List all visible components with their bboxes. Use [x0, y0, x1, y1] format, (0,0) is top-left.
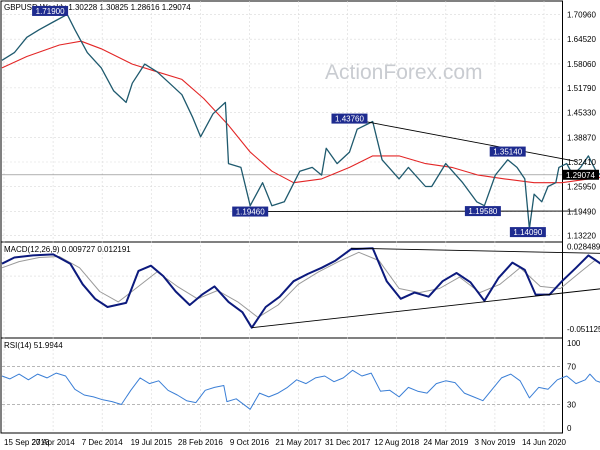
macd-panel-header: MACD(12,26,9) 0.009727 0.012191	[4, 245, 131, 254]
x-tick-label: 9 Oct 2016	[230, 438, 270, 447]
rsi-y-tick: 70	[567, 363, 576, 372]
price-level-label: 1.35140	[493, 148, 522, 157]
price-level-label: 1.14090	[513, 228, 542, 237]
rsi-y-tick: 0	[567, 424, 572, 433]
rsi-y-tick: 100	[567, 339, 581, 348]
last-price-value: 1.29074	[566, 171, 595, 180]
price-y-tick: 1.45330	[567, 109, 596, 118]
watermark: ActionForex.com	[325, 61, 483, 84]
macd-line	[1, 247, 600, 329]
macd-panel-frame	[0, 241, 563, 339]
x-tick-label: 28 Feb 2016	[178, 438, 223, 447]
price-trendline	[349, 118, 577, 162]
price-y-tick: 1.64520	[567, 35, 596, 44]
price-y-tick: 1.70960	[567, 11, 596, 20]
chart-root: ActionForex.com GBPUSD,Weekly 1.30228 1.…	[0, 0, 600, 447]
price-layer	[1, 13, 600, 230]
rsi-layer	[1, 369, 600, 410]
label-layer: 1.71900 1.43760 1.35140 1.19460 1.19580 1.140…	[32, 5, 599, 238]
x-tick-label: 12 Aug 2018	[374, 438, 419, 447]
x-tick-label: 24 Mar 2019	[423, 438, 468, 447]
rsi-line	[1, 369, 600, 410]
price-y-tick: 1.51790	[567, 84, 596, 93]
rsi-panel-header: RSI(14) 51.9944	[4, 341, 63, 350]
x-tick-label: 31 Dec 2017	[325, 438, 371, 447]
price-y-tick: 1.32410	[567, 158, 596, 167]
price-y-tick: 1.13220	[567, 231, 596, 240]
price-line	[1, 13, 600, 230]
x-tick-label: 14 Jun 2020	[522, 438, 567, 447]
x-tick-label: 7 Dec 2014	[82, 438, 123, 447]
macd-trendline	[251, 288, 600, 329]
price-y-tick: 1.58060	[567, 60, 596, 69]
price-trendline	[250, 210, 576, 212]
price-level-label: 1.43760	[335, 115, 364, 124]
macd-layer	[1, 247, 600, 329]
price-y-tick: 1.25950	[567, 183, 596, 192]
price-panel-frame	[0, 0, 563, 243]
macd-signal-line	[1, 251, 600, 318]
price-y-tick: 1.19490	[567, 207, 596, 216]
x-tick-label: 19 Jul 2015	[131, 438, 173, 447]
price-panel-header: GBPUSD,Weekly 1.30228 1.30825 1.28616 1.…	[4, 3, 191, 12]
x-tick-label: 21 May 2017	[275, 438, 322, 447]
rsi-y-tick: 30	[567, 401, 576, 410]
macd-y-tick: -0.051125	[567, 325, 600, 334]
x-tick-label: 27 Apr 2014	[32, 438, 76, 447]
price-level-label: 1.19460	[236, 208, 265, 217]
price-level-label: 1.19580	[468, 207, 497, 216]
rsi-panel-frame	[0, 337, 563, 434]
price-level-label: 1.71900	[36, 7, 65, 16]
price-y-tick: 1.38870	[567, 133, 596, 142]
macd-y-tick: 0.028489	[567, 243, 600, 252]
x-tick-label: 3 Nov 2019	[474, 438, 515, 447]
